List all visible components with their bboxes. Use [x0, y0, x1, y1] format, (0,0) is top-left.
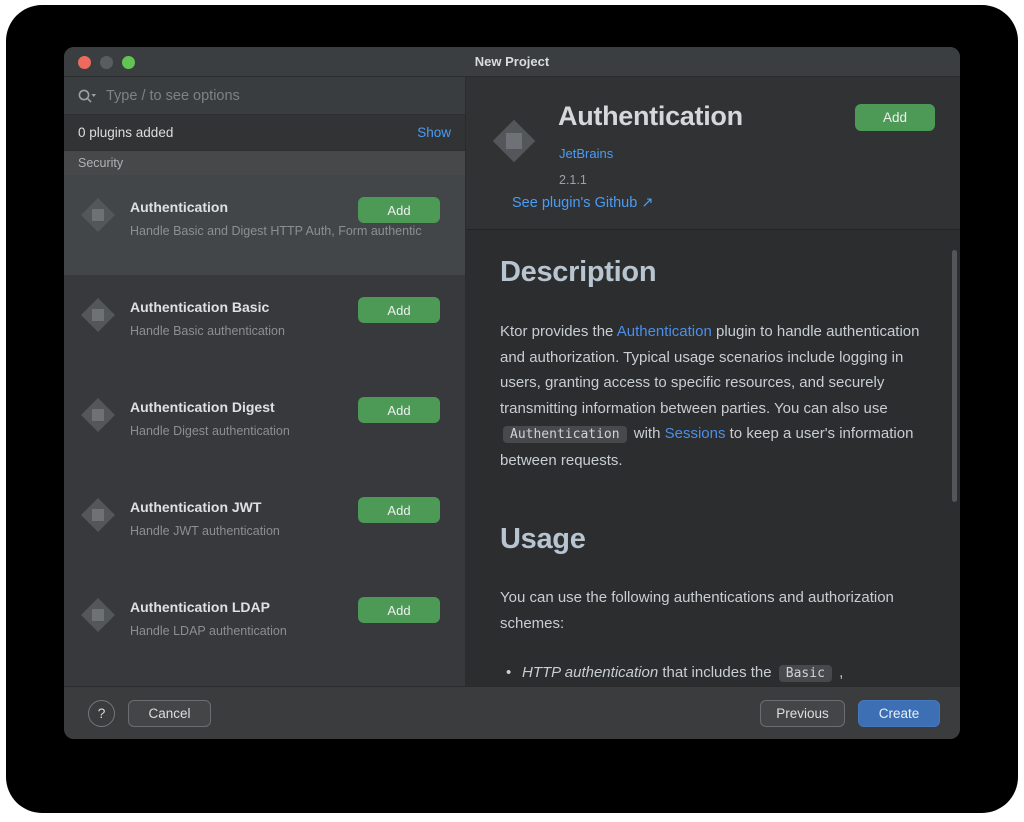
vendor-link[interactable]: JetBrains	[559, 146, 613, 161]
usage-list-item: HTTP authentication that includes the Ba…	[500, 660, 924, 686]
plugin-icon	[488, 115, 540, 167]
plugin-list-item[interactable]: Authentication JWT Handle JWT authentica…	[64, 475, 465, 575]
section-header-security: Security	[64, 151, 465, 175]
traffic-lights	[78, 56, 135, 69]
inline-link[interactable]: Authentication	[617, 323, 712, 340]
add-plugin-button[interactable]: Add	[358, 197, 440, 223]
text-run: Ktor provides the	[500, 323, 617, 340]
plugins-added-count: 0 plugins added	[78, 125, 174, 140]
usage-heading: Usage	[500, 523, 586, 555]
search-input[interactable]	[106, 87, 452, 104]
description-paragraph: Ktor provides the Authentication plugin …	[500, 319, 924, 473]
plugin-icon	[78, 495, 118, 535]
plugin-list-item[interactable]: Authentication LDAP Handle LDAP authenti…	[64, 575, 465, 675]
zoom-window-button[interactable]	[122, 56, 135, 69]
inline-link[interactable]: Sessions	[665, 425, 726, 442]
add-plugin-button[interactable]: Add	[358, 397, 440, 423]
plugin-icon	[78, 195, 118, 235]
plugin-list-item[interactable]: Authentication Basic Handle Basic authen…	[64, 275, 465, 375]
window-title: New Project	[474, 54, 550, 69]
previous-button[interactable]: Previous	[760, 699, 845, 727]
add-plugin-button[interactable]: Add	[358, 297, 440, 323]
plugin-icon	[78, 595, 118, 635]
plugin-details-title: Authentication	[558, 101, 743, 131]
plugin-browser-panel: 0 plugins added Show Security Authentica…	[64, 77, 466, 686]
description-heading: Description	[500, 256, 657, 288]
inline-code: Basic	[778, 665, 832, 682]
plugin-description: Handle Basic authentication	[130, 324, 285, 338]
plugin-list: Authentication Handle Basic and Digest H…	[64, 175, 465, 686]
search-bar	[64, 77, 465, 115]
emphasized-text: HTTP authentication	[522, 664, 659, 681]
add-plugin-button[interactable]: Add	[358, 597, 440, 623]
new-project-dialog: New Project 0 plugins added Show Securit…	[64, 47, 960, 739]
plugin-details-header: Authentication JetBrains 2.1.1 See plugi…	[466, 77, 960, 230]
text-run: ,	[834, 664, 844, 681]
plugin-list-item[interactable]: Authentication Digest Handle Digest auth…	[64, 375, 465, 475]
minimize-window-button[interactable]	[100, 56, 113, 69]
usage-intro: You can use the following authentication…	[500, 589, 894, 632]
usage-list: HTTP authentication that includes the Ba…	[500, 660, 924, 686]
close-window-button[interactable]	[78, 56, 91, 69]
add-plugin-button[interactable]: Add	[855, 104, 935, 131]
plugin-icon	[78, 395, 118, 435]
create-button[interactable]: Create	[858, 699, 940, 727]
plugin-description: Handle Basic and Digest HTTP Auth, Form …	[130, 224, 422, 238]
vertical-scrollbar[interactable]	[952, 250, 957, 502]
plugin-icon	[78, 295, 118, 335]
plugin-description: Handle LDAP authentication	[130, 624, 287, 638]
text-run: that includes the	[658, 664, 776, 681]
dialog-footer: ? Cancel Previous Create	[64, 686, 960, 739]
title-bar[interactable]: New Project	[64, 47, 960, 77]
plugins-added-row: 0 plugins added Show	[64, 115, 465, 151]
plugin-list-item[interactable]: Authentication Handle Basic and Digest H…	[64, 175, 465, 275]
plugin-version: 2.1.1	[559, 173, 587, 187]
cancel-button[interactable]: Cancel	[128, 699, 211, 727]
plugin-description: Handle Digest authentication	[130, 424, 290, 438]
show-added-link[interactable]: Show	[417, 125, 451, 140]
search-icon	[78, 89, 96, 102]
add-plugin-button[interactable]: Add	[358, 497, 440, 523]
plugin-documentation: Description Ktor provides the Authentica…	[466, 230, 960, 686]
github-link[interactable]: See plugin's Github ↗	[512, 195, 653, 211]
plugin-description: Handle JWT authentication	[130, 524, 280, 538]
inline-code: Authentication	[503, 426, 627, 443]
text-run: with	[629, 425, 665, 442]
help-button[interactable]: ?	[88, 699, 115, 727]
plugin-details-panel: Authentication JetBrains 2.1.1 See plugi…	[466, 77, 960, 686]
